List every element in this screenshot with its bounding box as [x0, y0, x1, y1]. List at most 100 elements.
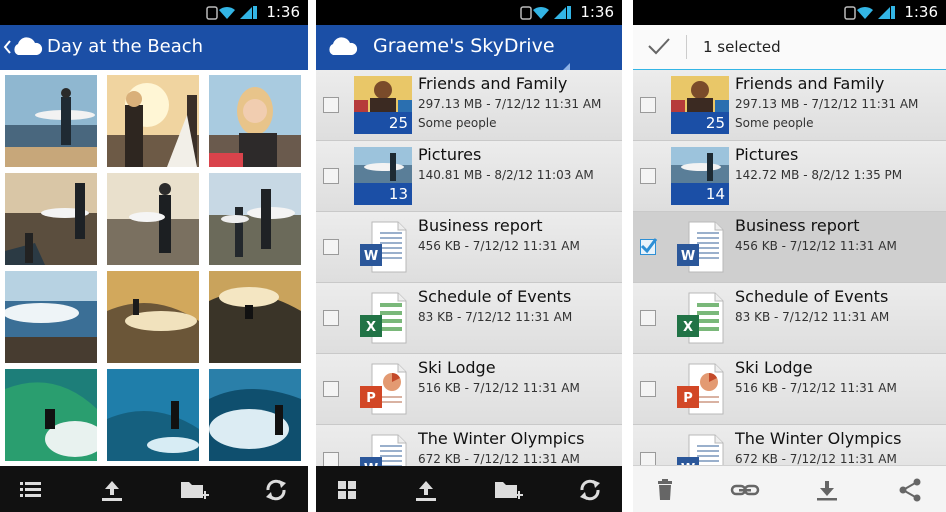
item-checkbox[interactable] — [323, 97, 339, 113]
photo-thumb-surfer-on-rocks[interactable] — [5, 75, 97, 167]
upload-icon[interactable] — [414, 478, 438, 502]
item-name: The Winter Olympics — [735, 429, 902, 448]
item-checkbox[interactable] — [323, 452, 339, 466]
photo-thumb-surfer-walking-beach[interactable] — [107, 173, 199, 265]
photo-thumb-surfer-riding-wave[interactable] — [107, 271, 199, 363]
download-icon[interactable] — [815, 478, 839, 502]
share-icon[interactable] — [898, 478, 922, 502]
photo-thumb-golden-wave[interactable] — [209, 271, 301, 363]
item-name: Friends and Family — [418, 74, 568, 93]
new-folder-icon[interactable] — [494, 478, 524, 502]
item-meta: 83 KB - 7/12/12 11:31 AM — [418, 310, 573, 324]
skydrive-title[interactable]: Graeme's SkyDrive — [373, 35, 555, 57]
new-folder-icon[interactable] — [180, 478, 210, 502]
item-name: Ski Lodge — [735, 358, 813, 377]
item-name: Schedule of Events — [418, 287, 572, 306]
folder-count-badge: 25 — [354, 112, 412, 134]
item-meta: 672 KB - 7/12/12 11:31 AM — [418, 452, 580, 466]
list-item[interactable]: 25 Friends and Family 297.13 MB - 7/12/12 … — [633, 70, 946, 141]
photo-thumb-surfers-on-rocks[interactable] — [5, 173, 97, 265]
folder-thumbnail-icon: 25 — [671, 76, 729, 134]
photo-thumb-smiling-woman[interactable] — [209, 75, 301, 167]
list-view-icon[interactable] — [19, 478, 43, 502]
excel-document-icon: X — [354, 289, 412, 347]
skydrive-cloud-icon[interactable] — [11, 35, 43, 61]
photo-thumb-surfer-paddling[interactable] — [107, 369, 199, 461]
svg-text:P: P — [366, 391, 376, 406]
item-meta: 516 KB - 7/12/12 11:31 AM — [735, 381, 897, 395]
item-checkbox[interactable] — [640, 310, 656, 326]
done-check-icon[interactable] — [647, 36, 671, 60]
refresh-icon[interactable] — [264, 478, 288, 502]
item-checkbox[interactable] — [323, 168, 339, 184]
photo-thumb-wave-crash[interactable] — [5, 271, 97, 363]
list-item[interactable]: P Ski Lodge 516 KB - 7/12/12 11:31 AM — [633, 354, 946, 425]
action-bar-divider — [686, 35, 687, 59]
svg-text:W: W — [364, 249, 378, 264]
list-item[interactable]: 13 Pictures 140.81 MB - 8/2/12 11:03 AM — [316, 141, 622, 212]
upload-icon[interactable] — [100, 478, 124, 502]
word-document-icon: W — [354, 218, 412, 276]
list-item[interactable]: W Business report 456 KB - 7/12/12 11:31 A… — [633, 212, 946, 283]
folder-thumbnail-icon: 25 — [354, 76, 412, 134]
item-meta: 140.81 MB - 8/2/12 11:03 AM — [418, 168, 594, 182]
photo-thumb-surfer-in-foam[interactable] — [209, 369, 301, 461]
list-item[interactable]: 14 Pictures 142.72 MB - 8/2/12 1:35 PM — [633, 141, 946, 212]
word-document-icon: W — [354, 431, 412, 466]
list-item[interactable]: W The Winter Olympics 672 KB - 7/12/12 11:… — [316, 425, 622, 466]
item-name: Pictures — [735, 145, 799, 164]
item-meta: 456 KB - 7/12/12 11:31 AM — [418, 239, 580, 253]
list-item[interactable]: P Ski Lodge 516 KB - 7/12/12 11:31 AM — [316, 354, 622, 425]
excel-document-icon: X — [671, 289, 729, 347]
file-list: 25 Friends and Family 297.13 MB - 7/12/12 … — [316, 70, 622, 466]
delete-icon[interactable] — [653, 478, 677, 502]
list-item[interactable]: 25 Friends and Family 297.13 MB - 7/12/12 … — [316, 70, 622, 141]
item-checkbox[interactable] — [640, 168, 656, 184]
folder-count-badge: 13 — [354, 183, 412, 205]
list-item[interactable]: X Schedule of Events 83 KB - 7/12/12 11:31… — [633, 283, 946, 354]
list-item[interactable]: W The Winter Olympics 672 KB - 7/12/12 11:… — [633, 425, 946, 466]
status-bar: 1:36 — [0, 0, 308, 25]
bottom-toolbar — [633, 465, 946, 512]
refresh-icon[interactable] — [578, 478, 602, 502]
item-checkbox[interactable] — [640, 97, 656, 113]
item-meta: 297.13 MB - 7/12/12 11:31 AM — [735, 97, 919, 111]
photo-thumb-woman-at-sunset[interactable] — [107, 75, 199, 167]
selected-count: 1 selected — [703, 38, 781, 56]
folder-thumbnail-icon: 13 — [354, 147, 412, 205]
selection-screen: 1:36 1 selected 25 Friends and Family 297.… — [633, 0, 946, 512]
status-bar: 1:36 — [633, 0, 946, 25]
item-subtitle: Some people — [735, 116, 814, 130]
list-item[interactable]: W Business report 456 KB - 7/12/12 11:31 A… — [316, 212, 622, 283]
file-list: 25 Friends and Family 297.13 MB - 7/12/12 … — [633, 70, 946, 466]
checkmark-icon — [640, 238, 658, 254]
item-name: Business report — [418, 216, 543, 235]
skydrive-cloud-icon[interactable] — [326, 35, 358, 61]
item-checkbox[interactable] — [640, 238, 658, 255]
back-chevron-icon[interactable] — [3, 39, 11, 58]
item-name: Friends and Family — [735, 74, 885, 93]
item-meta: 83 KB - 7/12/12 11:31 AM — [735, 310, 890, 324]
item-checkbox[interactable] — [323, 381, 339, 397]
skydrive-screen: 1:36 Graeme's SkyDrive 25 Friends and Fam… — [316, 0, 622, 512]
svg-text:P: P — [683, 391, 693, 406]
folder-count-badge: 14 — [671, 183, 729, 205]
photo-thumb-surfer-barrel[interactable] — [5, 369, 97, 461]
grid-view-icon[interactable] — [335, 478, 359, 502]
item-name: Pictures — [418, 145, 482, 164]
list-item[interactable]: X Schedule of Events 83 KB - 7/12/12 11:31… — [316, 283, 622, 354]
action-bar: Day at the Beach — [0, 25, 308, 70]
status-time: 1:36 — [580, 3, 614, 21]
item-checkbox[interactable] — [323, 310, 339, 326]
status-icons — [520, 4, 572, 21]
status-icons — [206, 4, 258, 21]
share-link-icon[interactable] — [730, 478, 760, 502]
folder-thumbnail-icon: 14 — [671, 147, 729, 205]
item-meta: 297.13 MB - 7/12/12 11:31 AM — [418, 97, 602, 111]
item-checkbox[interactable] — [640, 381, 656, 397]
item-name: Schedule of Events — [735, 287, 889, 306]
photo-thumb-surfers-group[interactable] — [209, 173, 301, 265]
photos-screen: 1:36 Day at the Beach — [0, 0, 308, 512]
item-checkbox[interactable] — [323, 239, 339, 255]
item-checkbox[interactable] — [640, 452, 656, 466]
